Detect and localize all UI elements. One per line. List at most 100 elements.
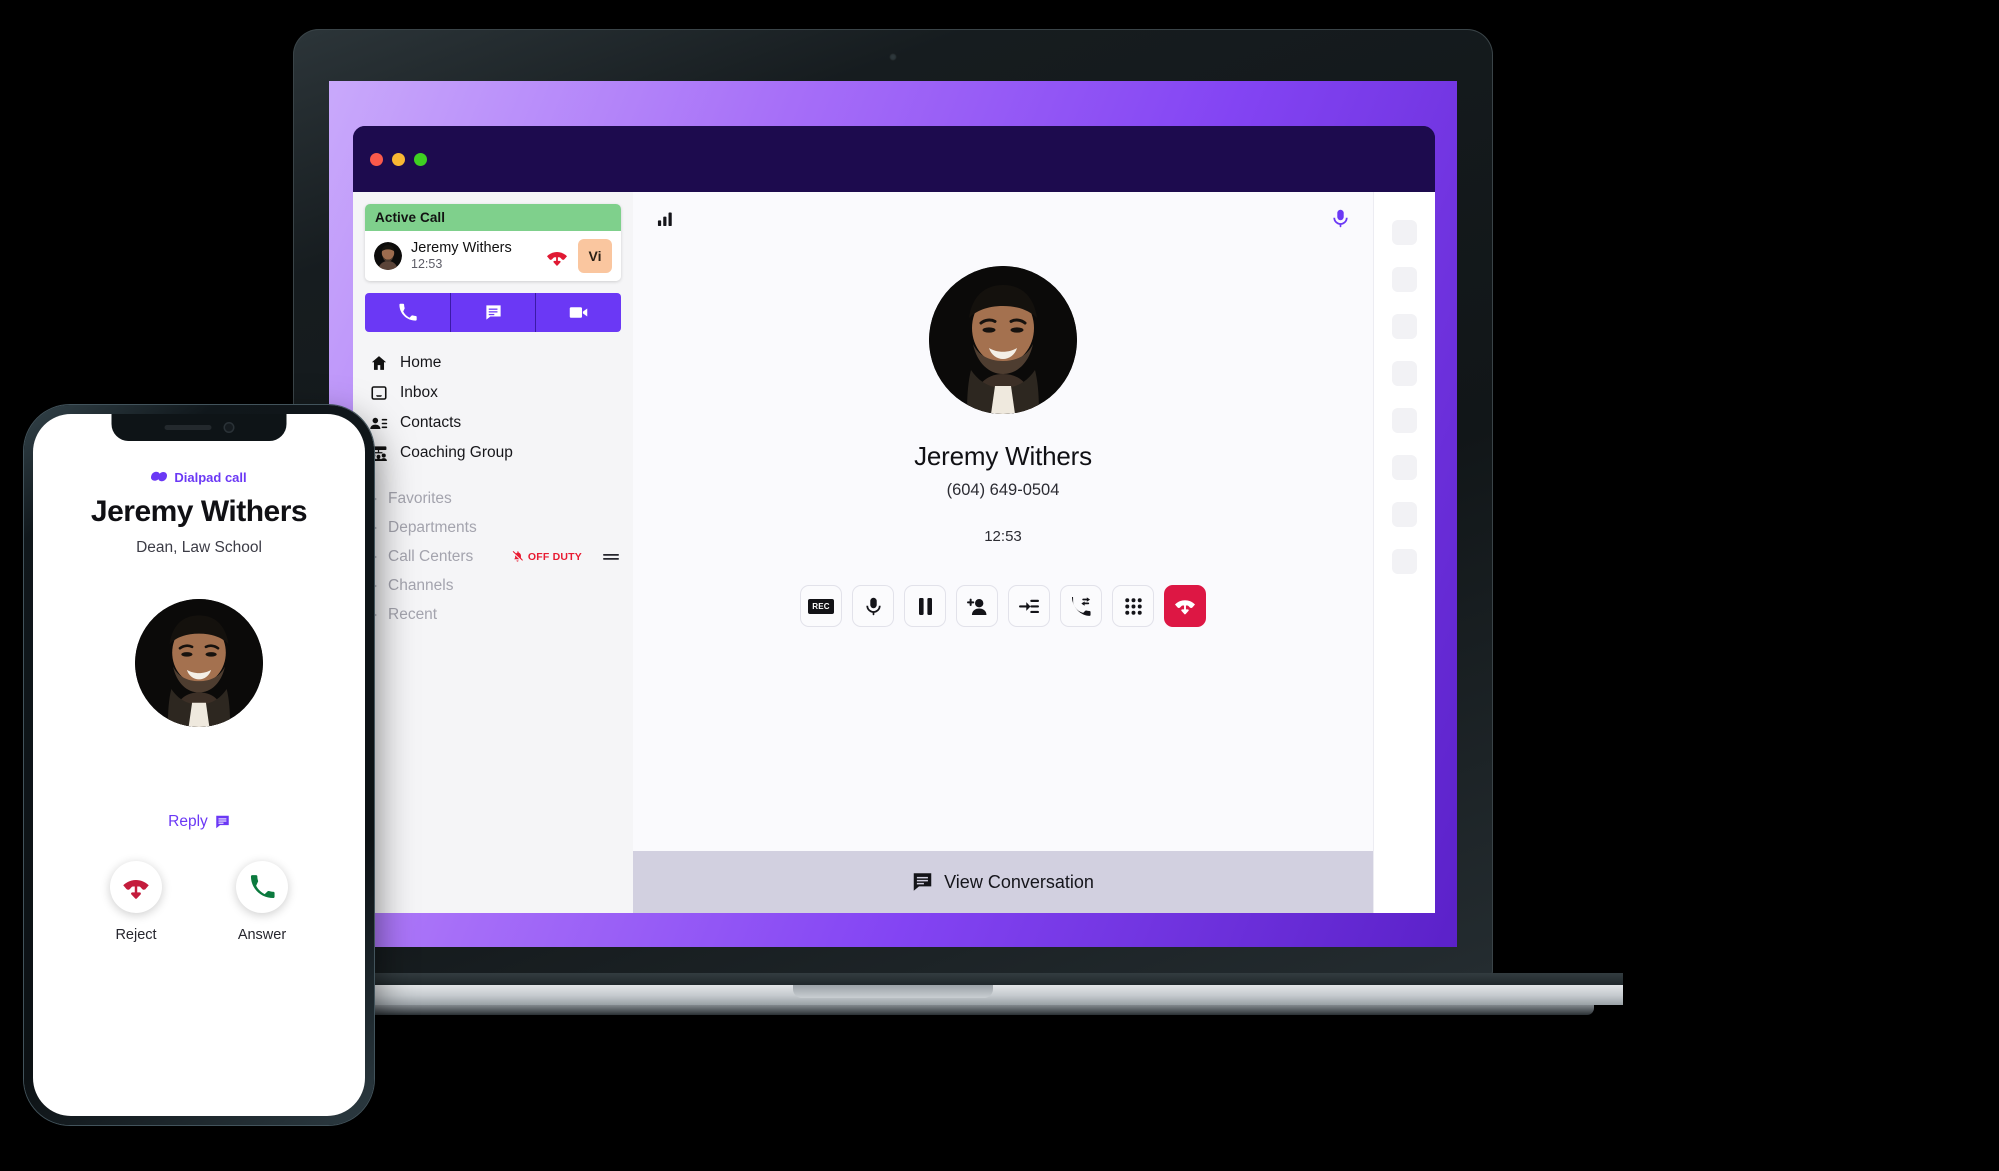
reject-call-button[interactable]: Reject (110, 861, 162, 943)
close-window-button[interactable] (370, 152, 383, 166)
hangup-button[interactable] (1164, 585, 1206, 627)
dialpad-app-window: Active Call Jeremy Withers 12:53 Vi Home… (353, 126, 1435, 913)
active-call-duration: 12:53 (411, 257, 443, 272)
call-panel-toolbar (633, 192, 1373, 236)
hold-button[interactable] (904, 585, 946, 627)
minimize-window-button[interactable] (392, 152, 405, 166)
quick-action-message[interactable] (450, 293, 537, 332)
sidebar-group-label: Channels (388, 576, 454, 594)
sidebar-item-label: Contacts (400, 414, 462, 431)
rail-placeholder[interactable] (1392, 502, 1417, 527)
active-call-contact-name: Jeremy Withers (411, 239, 512, 256)
hangup-icon[interactable] (545, 245, 569, 267)
mute-button[interactable] (852, 585, 894, 627)
rec-icon: REC (808, 598, 834, 614)
phone-device: Dialpad call Jeremy Withers Dean, Law Sc… (24, 405, 374, 1125)
sidebar-group-call-centers[interactable]: Call Centers OFF DUTY (353, 542, 633, 571)
avatar (374, 242, 402, 270)
laptop-camera-icon (889, 53, 897, 61)
phone-speaker-icon (164, 425, 211, 430)
add-person-icon (967, 597, 987, 616)
sidebar-group-label: Call Centers (388, 547, 474, 565)
drag-handle[interactable] (603, 552, 619, 562)
rail-placeholder[interactable] (1392, 314, 1417, 339)
reply-label: Reply (168, 813, 208, 830)
right-rail (1373, 192, 1435, 913)
active-call-card[interactable]: Active Call Jeremy Withers 12:53 Vi (365, 204, 621, 281)
record-button[interactable]: REC (800, 585, 842, 627)
answer-circle (236, 861, 288, 913)
status-badge[interactable]: Vi (578, 239, 612, 273)
reject-circle (110, 861, 162, 913)
phone-caller-title: Dean, Law School (136, 539, 262, 556)
transfer-button[interactable] (1008, 585, 1050, 627)
sidebar: Active Call Jeremy Withers 12:53 Vi Home… (353, 192, 633, 913)
answer-label: Answer (237, 927, 287, 943)
sidebar-group-label: Departments (388, 518, 477, 536)
inbox-icon (369, 384, 388, 403)
laptop-base-notch (793, 985, 993, 998)
rail-placeholder[interactable] (1392, 361, 1417, 386)
reply-button[interactable]: Reply (168, 813, 230, 831)
active-call-row[interactable]: Jeremy Withers 12:53 Vi (365, 231, 621, 281)
call-stage: Jeremy Withers (604) 649-0504 12:53 REC (633, 236, 1373, 851)
answer-call-button[interactable]: Answer (236, 861, 288, 943)
rail-placeholder[interactable] (1392, 267, 1417, 292)
laptop-hinge (163, 973, 1623, 985)
laptop-screen: Active Call Jeremy Withers 12:53 Vi Home… (329, 81, 1457, 947)
phone-caller-name: Jeremy Withers (90, 495, 308, 528)
window-title-bar (353, 126, 1435, 192)
rail-placeholder[interactable] (1392, 408, 1417, 433)
chat-icon (215, 815, 230, 829)
reject-label: Reject (115, 927, 157, 943)
quick-actions (365, 293, 621, 332)
off-duty-label: OFF DUTY (527, 550, 582, 563)
sidebar-item-label: Home (400, 354, 442, 371)
hangup-icon (121, 874, 151, 901)
sidebar-item-coaching-group[interactable]: Coaching Group (353, 438, 633, 468)
off-duty-badge[interactable]: OFF DUTY (511, 550, 582, 563)
phone-caller-avatar (135, 599, 263, 727)
sidebar-group-channels[interactable]: Channels (353, 571, 633, 600)
call-controls: REC (800, 585, 1206, 627)
view-conversation-bar[interactable]: View Conversation (633, 851, 1373, 913)
sidebar-group-label: Recent (388, 605, 438, 623)
rail-placeholder[interactable] (1392, 549, 1417, 574)
sidebar-item-home[interactable]: Home (353, 348, 633, 378)
bell-off-icon (512, 551, 523, 562)
quick-action-call[interactable] (365, 293, 451, 332)
rail-placeholder[interactable] (1392, 455, 1417, 480)
sidebar-group-recent[interactable]: Recent (353, 600, 633, 629)
phone-notch (111, 414, 287, 441)
phone-camera-icon (223, 422, 234, 433)
call-panel: Jeremy Withers (604) 649-0504 12:53 REC (633, 192, 1373, 913)
active-call-meta: Jeremy Withers 12:53 (411, 240, 536, 273)
rail-placeholder[interactable] (1392, 220, 1417, 245)
add-participant-button[interactable] (956, 585, 998, 627)
microphone-icon (865, 597, 882, 616)
caller-avatar (929, 266, 1077, 414)
sidebar-item-label: Inbox (400, 384, 438, 401)
active-call-header: Active Call (365, 204, 621, 231)
microphone-icon[interactable] (1332, 209, 1349, 228)
laptop-base (163, 973, 1623, 1015)
sidebar-group-favorites[interactable]: Favorites (353, 484, 633, 513)
incoming-call-actions: Reject Answer (110, 861, 288, 943)
sidebar-item-contacts[interactable]: Contacts (353, 408, 633, 438)
view-conversation-label: View Conversation (944, 871, 1094, 892)
quick-action-video[interactable] (536, 293, 621, 332)
app-body: Active Call Jeremy Withers 12:53 Vi Home… (353, 192, 1435, 913)
keypad-icon (1124, 597, 1142, 615)
phone-screen: Dialpad call Jeremy Withers Dean, Law Sc… (33, 414, 365, 1116)
sidebar-group-departments[interactable]: Departments (353, 513, 633, 542)
phone-frame: Dialpad call Jeremy Withers Dean, Law Sc… (24, 405, 374, 1125)
hangup-icon (1173, 595, 1197, 617)
laptop-base-foot (192, 1005, 1594, 1015)
laptop-device: Active Call Jeremy Withers 12:53 Vi Home… (163, 29, 1623, 1015)
sidebar-item-inbox[interactable]: Inbox (353, 378, 633, 408)
move-call-button[interactable] (1060, 585, 1102, 627)
nav-list: Home Inbox Contacts Coaching Group (353, 348, 633, 468)
pause-icon (918, 597, 933, 615)
maximize-window-button[interactable] (414, 152, 427, 166)
keypad-button[interactable] (1112, 585, 1154, 627)
